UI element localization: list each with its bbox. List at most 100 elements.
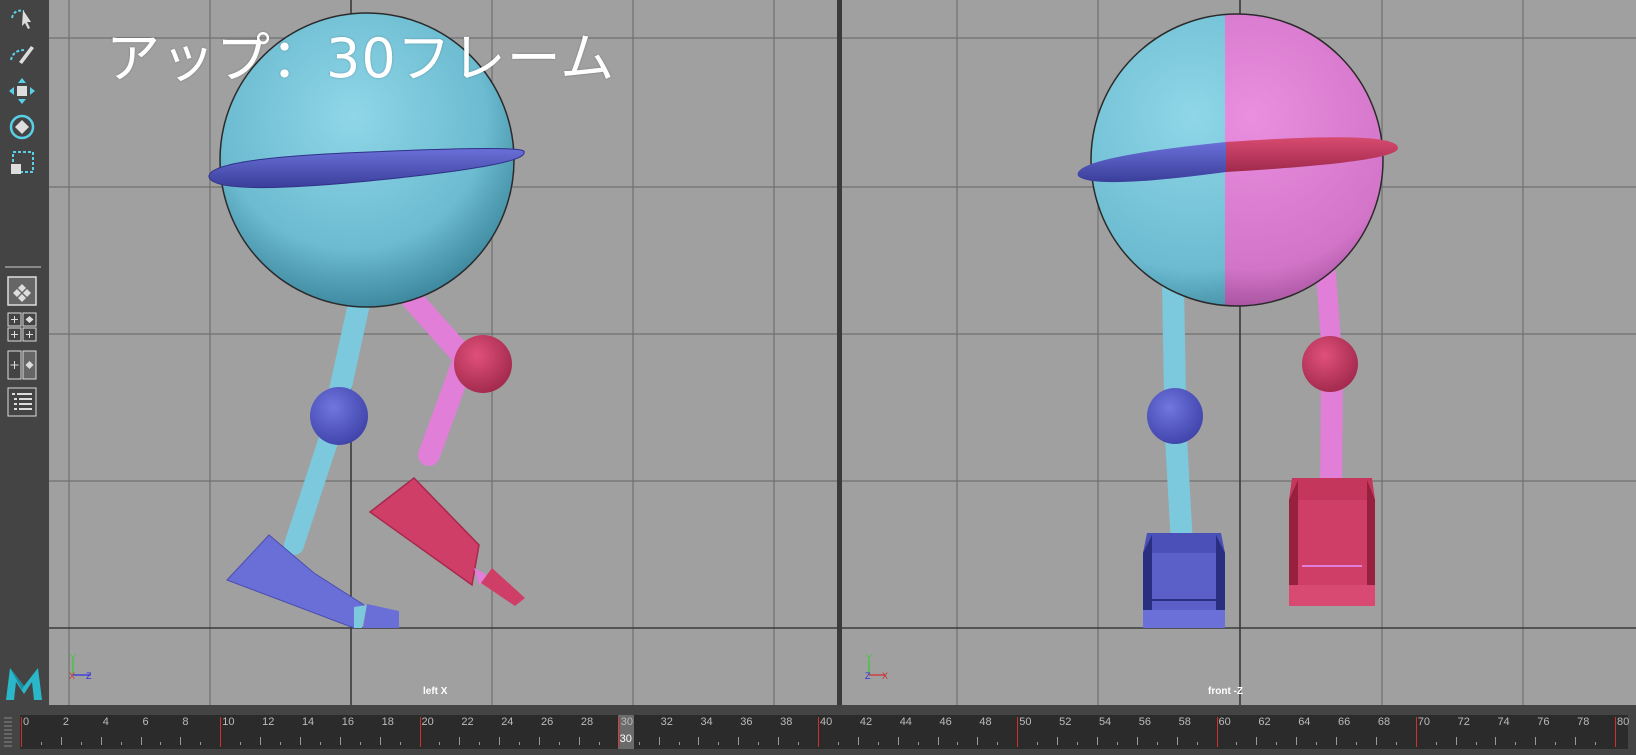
timeline-frame-label: 40 xyxy=(820,716,833,728)
viewport-right[interactable]: Y Z X front -Z xyxy=(842,0,1636,705)
timeline-tick xyxy=(1555,742,1557,745)
timeline-frame-label: 50 xyxy=(1019,716,1032,728)
outliner-icon[interactable] xyxy=(7,387,37,417)
timeline-tick xyxy=(260,737,262,745)
timeline-tick xyxy=(997,742,999,745)
timeline-frame-label: 20 xyxy=(421,716,434,728)
timeline-tick xyxy=(80,742,82,745)
maya-logo-icon xyxy=(4,664,44,704)
scale-icon[interactable] xyxy=(5,146,39,180)
timeline-tick xyxy=(1176,737,1178,745)
timeline-tick xyxy=(578,737,580,745)
timeline-frame-label: 68 xyxy=(1377,716,1391,728)
timeline-tick xyxy=(339,737,341,745)
timeline-frame-label: 42 xyxy=(859,716,873,728)
timeline-tick xyxy=(877,742,879,745)
timeline-frame-label: 52 xyxy=(1059,716,1072,728)
right-knee xyxy=(1302,336,1358,392)
move-icon[interactable] xyxy=(5,74,39,108)
timeline-tick xyxy=(977,737,979,745)
timeline-tick xyxy=(1156,742,1158,745)
timeline-tick xyxy=(638,742,640,745)
timeline-frame-label: 10 xyxy=(222,716,235,728)
timeline-frame-label: 30 xyxy=(620,716,633,728)
timeline-tick xyxy=(778,737,780,745)
timeline-tick xyxy=(1475,742,1477,745)
timeline-frame-label: 26 xyxy=(541,716,554,728)
timeline-frame-label: 36 xyxy=(740,716,753,728)
left-upper-leg xyxy=(1162,274,1186,406)
timeline-tick xyxy=(738,737,740,745)
single-view-icon[interactable] xyxy=(7,276,37,306)
timeline-frame-label: 22 xyxy=(461,716,474,728)
paint-select-icon[interactable] xyxy=(5,38,39,72)
timeline-tick xyxy=(1535,737,1537,745)
timeline-tick xyxy=(798,742,800,745)
timeline-frame-label: 76 xyxy=(1537,716,1550,728)
timeline-tick xyxy=(140,737,142,745)
timeline-tick xyxy=(200,742,202,745)
toolbox-divider xyxy=(5,266,41,268)
rotate-icon[interactable] xyxy=(5,110,39,144)
timeline-frame-label: 4 xyxy=(102,716,109,728)
two-view-icon[interactable] xyxy=(7,350,37,380)
time-slider[interactable]: 30 0 2 4 6 8 10 12 14 16 18 20 22 24 26 28 30 32 34 36 38 40 4… xyxy=(0,705,1636,755)
timeline-frame-label: 54 xyxy=(1098,716,1112,728)
timeline-frame-label: 14 xyxy=(301,716,315,728)
timeline-tick xyxy=(299,737,301,745)
timeline-frame-label: 44 xyxy=(899,716,912,728)
timeline-tick xyxy=(718,742,720,745)
time-slider-track[interactable]: 30 0 2 4 6 8 10 12 14 16 18 20 22 24 26 28 30 32 34 36 38 40 4… xyxy=(20,715,1630,749)
viewport-left[interactable]: Y X Z left X xyxy=(49,0,837,705)
timeline-tick xyxy=(1096,737,1098,745)
timeline-tick xyxy=(678,742,680,745)
timeline-tick xyxy=(220,717,222,747)
timeline-tick xyxy=(957,742,959,745)
timeline-frame-label: 12 xyxy=(262,716,275,728)
timeline-tick xyxy=(758,742,760,745)
timeline-frame-label: 16 xyxy=(341,716,355,728)
timeline-frame-label: 78 xyxy=(1577,716,1590,728)
timeline-tick xyxy=(598,742,600,745)
timeline-frame-label: 80 xyxy=(1617,716,1630,728)
axis-h1-label: X xyxy=(69,671,75,681)
timeline-frame-label: 70 xyxy=(1417,716,1430,728)
timeline-tick xyxy=(1276,742,1278,745)
timeline-tick xyxy=(180,737,182,745)
timeline-frame-label: 48 xyxy=(979,716,992,728)
timeline-tick xyxy=(1296,737,1298,745)
four-view-icon[interactable] xyxy=(7,312,37,342)
time-slider-grip[interactable] xyxy=(4,717,12,747)
timeline-tick xyxy=(499,737,501,745)
axis-h2-label: X xyxy=(882,671,888,681)
timeline-tick xyxy=(21,717,22,747)
viewport-right-label: front -Z xyxy=(1208,686,1243,697)
timeline-tick xyxy=(1595,742,1597,745)
timeline-tick xyxy=(1455,737,1457,745)
timeline-tick xyxy=(1395,742,1397,745)
right-foot xyxy=(1289,478,1375,606)
timeline-tick xyxy=(698,737,700,745)
timeline-tick xyxy=(60,737,62,745)
timeline-frame-label: 28 xyxy=(580,716,594,728)
timeline-tick xyxy=(1375,737,1377,745)
viewport-left-scene: Y X Z xyxy=(49,0,837,705)
timeline-tick xyxy=(1316,742,1318,745)
timeline-frame-label: 6 xyxy=(142,716,149,728)
timeline-tick xyxy=(1136,737,1138,745)
timeline-frame-label: 46 xyxy=(939,716,952,728)
timeline-tick xyxy=(379,737,381,745)
timeline-tick xyxy=(558,742,560,745)
timeline-frame-label: 2 xyxy=(62,716,69,728)
timeline-tick xyxy=(280,742,282,745)
timeline-tick xyxy=(818,717,819,747)
front-knee xyxy=(310,387,368,445)
timeline-tick xyxy=(519,742,521,745)
timeline-tick xyxy=(419,717,421,747)
timeline-frame-label: 64 xyxy=(1298,716,1311,728)
lasso-select-icon[interactable] xyxy=(5,2,39,36)
back-foot xyxy=(368,476,480,587)
timeline-tick xyxy=(837,742,839,745)
timeline-tick xyxy=(439,742,441,745)
left-knee xyxy=(1147,388,1203,444)
